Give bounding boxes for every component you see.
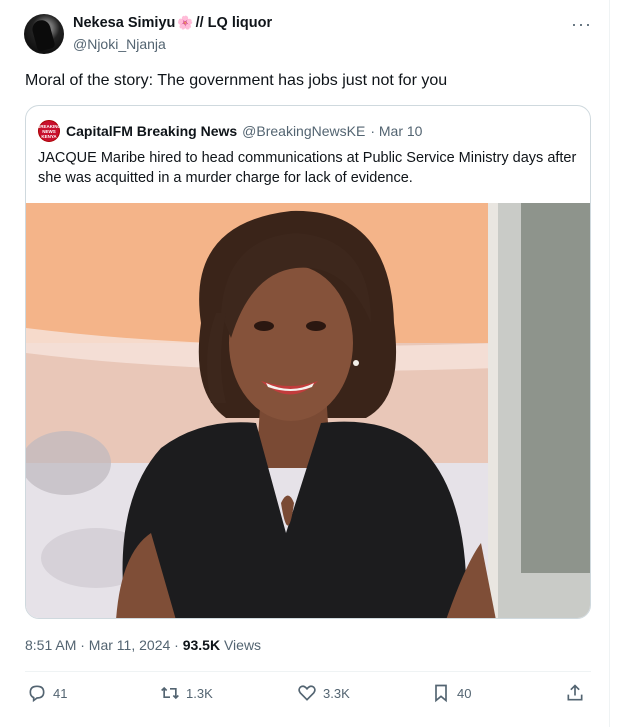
quoted-author-handle[interactable]: @BreakingNewsKE xyxy=(242,123,365,139)
like-button[interactable]: 3.3K xyxy=(297,683,350,703)
reply-icon xyxy=(29,685,45,703)
views-count: 93.5K xyxy=(182,637,221,653)
quoted-date[interactable]: · Mar 10 xyxy=(370,123,422,139)
divider xyxy=(25,671,591,672)
capitalfm-logo[interactable]: BREAKING NEWS KENYA xyxy=(37,120,61,142)
quoted-tweet-photo[interactable] xyxy=(26,203,590,618)
reply-button[interactable]: 41 xyxy=(27,683,67,703)
views-label: Views xyxy=(220,637,262,653)
repost-icon xyxy=(161,686,179,700)
author-name-row[interactable]: Nekesa Simiyu 🌸 // LQ liquor xyxy=(73,15,272,31)
tweet-actions: 41 1.3K 3.3K 40 xyxy=(25,683,591,709)
more-options-icon[interactable]: ··· xyxy=(571,14,592,35)
share-button[interactable] xyxy=(565,683,591,703)
tweet-text: Moral of the story: The government has j… xyxy=(25,72,448,89)
like-count: 3.3K xyxy=(323,685,350,701)
quoted-tweet-header: BREAKING NEWS KENYA CapitalFM Breaking N… xyxy=(37,120,422,142)
quoted-tweet[interactable]: BREAKING NEWS KENYA CapitalFM Breaking N… xyxy=(25,105,591,619)
bookmark-count: 40 xyxy=(457,685,472,701)
tweet-card: Nekesa Simiyu 🌸 // LQ liquor @Njoki_Njan… xyxy=(0,0,610,727)
share-icon xyxy=(567,684,583,701)
reply-count: 41 xyxy=(53,685,68,701)
tweet-timestamp[interactable]: 8:51 AM · Mar 11, 2024 · 93.5K Views xyxy=(25,637,261,653)
quoted-author-name[interactable]: CapitalFM Breaking News xyxy=(66,123,237,139)
heart-icon xyxy=(298,685,316,701)
flower-emoji-icon: 🌸 xyxy=(177,15,194,30)
bookmark-button[interactable]: 40 xyxy=(431,683,471,703)
bookmark-icon xyxy=(435,684,447,703)
author-name[interactable]: Nekesa Simiyu xyxy=(73,15,175,31)
author-avatar[interactable] xyxy=(24,14,64,54)
repost-count: 1.3K xyxy=(186,685,213,701)
quoted-tweet-text: JACQUE Maribe hired to head communicatio… xyxy=(38,150,577,186)
author-name-suffix[interactable]: // LQ liquor xyxy=(196,15,273,31)
repost-button[interactable]: 1.3K xyxy=(160,683,213,703)
author-handle[interactable]: @Njoki_Njanja xyxy=(73,36,166,52)
